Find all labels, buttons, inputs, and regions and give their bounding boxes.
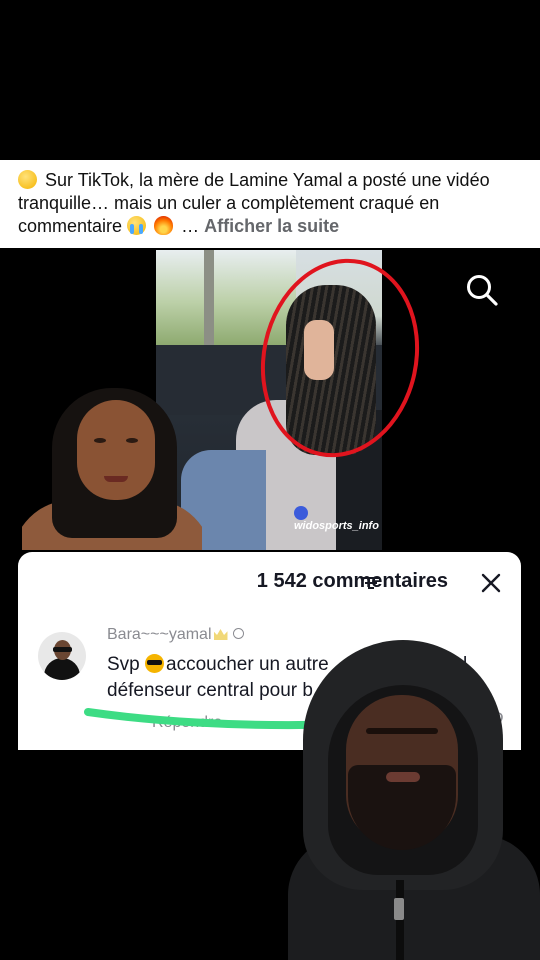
badge-icon [232, 628, 244, 639]
watermark: widosports_info [294, 506, 382, 532]
man-eyes [366, 728, 438, 734]
rofl-emoji [18, 170, 37, 189]
smile [104, 476, 128, 482]
man-mouth [386, 772, 420, 782]
comment-username[interactable]: Bara~~~yamal [107, 626, 244, 644]
avatar[interactable] [38, 632, 86, 680]
zipper-pull [394, 898, 404, 920]
sort-icon[interactable] [363, 576, 379, 590]
close-icon[interactable] [480, 572, 502, 594]
comment-count: 1 542 commentaires [256, 570, 448, 592]
right-eye [126, 438, 138, 443]
bolt-icon [294, 506, 308, 520]
zipper [396, 880, 404, 960]
avatar-glasses [53, 647, 72, 652]
post-caption: Sur TikTok, la mère de Lamine Yamal a po… [0, 160, 540, 248]
crown-icon [213, 629, 228, 640]
reaction-man-photo [288, 640, 540, 960]
face [77, 400, 155, 500]
search-icon[interactable] [464, 272, 500, 308]
tree-trunk [204, 250, 214, 345]
comment-text-start: Svp [107, 654, 140, 675]
left-eye [94, 438, 106, 443]
watermark-text: widosports_info [294, 520, 379, 532]
crying-emoji [127, 216, 147, 235]
mother-photo [22, 380, 202, 550]
fire-emoji [154, 216, 174, 235]
sunglasses-emoji [145, 654, 165, 673]
caption-ellipsis: … [181, 216, 200, 236]
avatar-body [44, 658, 80, 680]
username-text: Bara~~~yamal [107, 626, 212, 643]
see-more-link[interactable]: Afficher la suite [204, 216, 339, 236]
comment-text-line2: défenseur central pour b [107, 680, 313, 701]
